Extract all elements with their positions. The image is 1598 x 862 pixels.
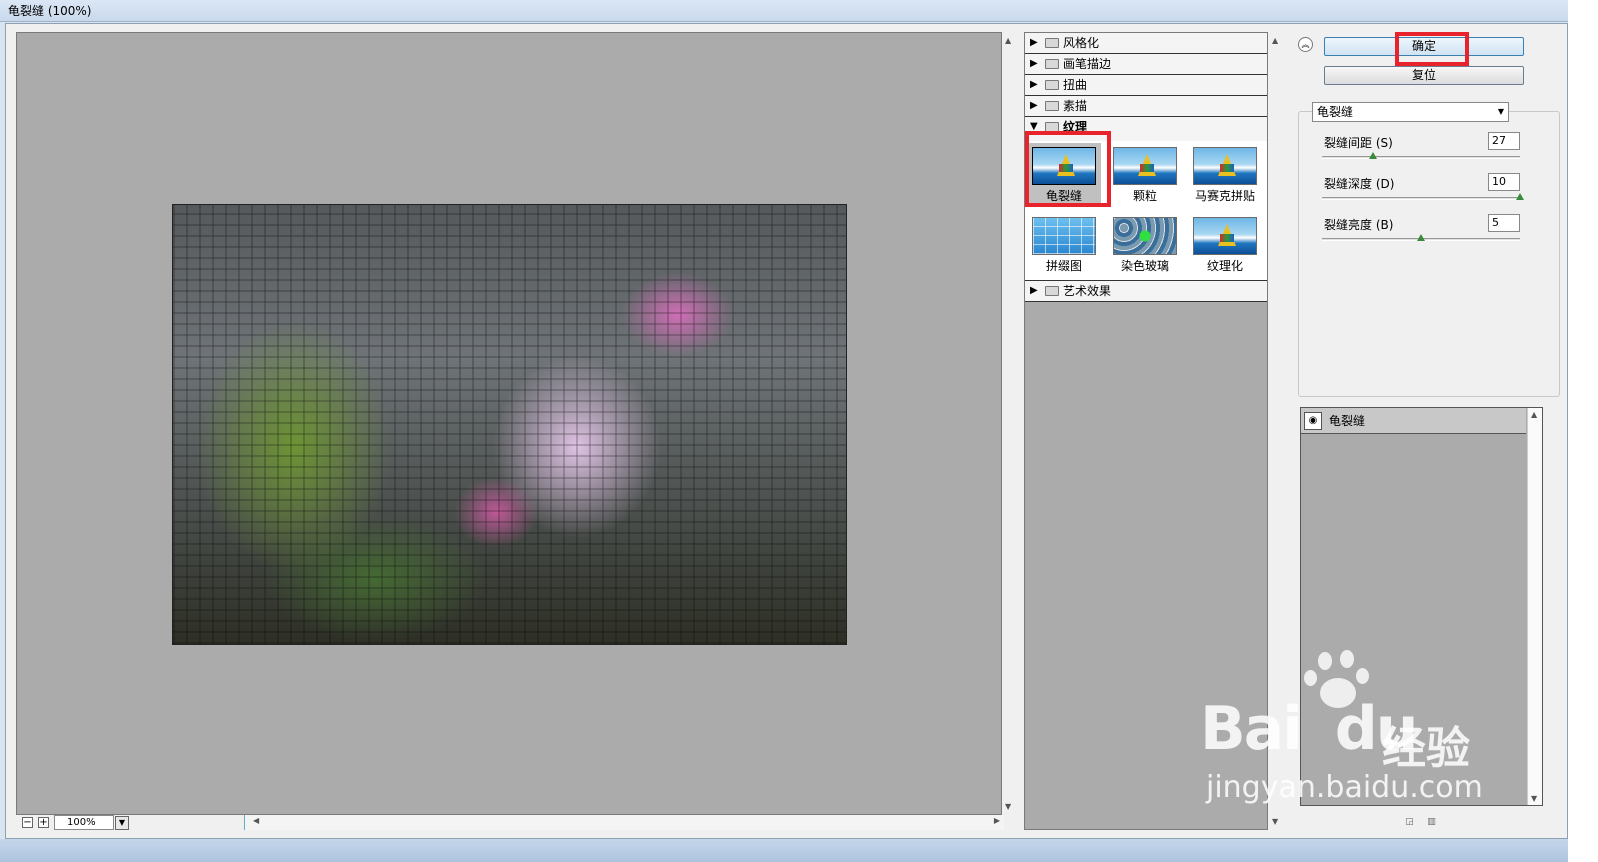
zoom-dropdown-button[interactable]: ▼ bbox=[115, 816, 129, 830]
category-sketch[interactable]: ▶ 素描 bbox=[1025, 96, 1267, 117]
new-layer-icon[interactable]: ◲ bbox=[1404, 817, 1415, 828]
folder-icon bbox=[1045, 59, 1059, 69]
expand-arrow-icon[interactable]: ▶ bbox=[1030, 75, 1038, 95]
param-spacing-label: 裂缝间距 (S) bbox=[1324, 136, 1393, 150]
param-brightness-slider-thumb[interactable] bbox=[1417, 234, 1425, 241]
filter-thumbnail bbox=[1113, 217, 1177, 255]
zoom-out-button[interactable]: − bbox=[22, 817, 33, 828]
scroll-up-icon[interactable]: ▲ bbox=[1531, 410, 1537, 419]
eye-icon[interactable]: ◉ bbox=[1304, 412, 1322, 430]
collapse-gallery-icon[interactable]: ︽ bbox=[1298, 37, 1313, 52]
category-distort[interactable]: ▶ 扭曲 bbox=[1025, 75, 1267, 96]
expand-arrow-icon[interactable]: ▶ bbox=[1030, 281, 1038, 301]
reset-button[interactable]: 复位 bbox=[1324, 66, 1524, 85]
page-edge bbox=[1568, 0, 1598, 862]
effect-layer-row[interactable]: ◉ 龟裂缝 bbox=[1301, 408, 1526, 434]
folder-icon bbox=[1045, 80, 1059, 90]
folder-icon bbox=[1045, 286, 1059, 296]
layers-scrollbar[interactable]: ▲ ▼ bbox=[1527, 408, 1542, 805]
expand-arrow-icon[interactable]: ▶ bbox=[1030, 54, 1038, 74]
effect-layers-panel: ◉ 龟裂缝 ▲ ▼ bbox=[1300, 407, 1543, 806]
filter-patchwork[interactable]: 拼缀图 bbox=[1027, 213, 1101, 277]
preview-canvas[interactable] bbox=[16, 32, 1002, 815]
scroll-up-icon[interactable]: ▲ bbox=[1272, 36, 1278, 45]
filter-texturizer[interactable]: 纹理化 bbox=[1188, 213, 1262, 277]
scroll-left-icon[interactable]: ◀ bbox=[253, 816, 259, 825]
filter-thumbnail bbox=[1193, 147, 1257, 185]
param-depth-label: 裂缝深度 (D) bbox=[1324, 177, 1395, 191]
filter-gallery-dialog: ▲ ▼ − + 100% ▼ ◀ ▶ ▶ 风格化 ▶ 画笔描边 ▶ 扭曲 ▶ 素… bbox=[5, 23, 1568, 839]
folder-icon bbox=[1045, 101, 1059, 111]
category-brush-strokes[interactable]: ▶ 画笔描边 bbox=[1025, 54, 1267, 75]
filter-options-panel bbox=[1298, 111, 1560, 397]
param-spacing-input[interactable]: 27 bbox=[1488, 132, 1520, 150]
scroll-down-icon[interactable]: ▼ bbox=[1272, 817, 1278, 826]
filter-tree-scrollbar[interactable]: ▲ ▼ bbox=[1268, 32, 1284, 830]
category-stylize[interactable]: ▶ 风格化 bbox=[1025, 33, 1267, 54]
filter-thumbnail bbox=[1193, 217, 1257, 255]
param-brightness-label: 裂缝亮度 (B) bbox=[1324, 218, 1394, 232]
filter-mosaic-tiles[interactable]: 马赛克拼贴 bbox=[1188, 143, 1262, 207]
param-depth-slider-thumb[interactable] bbox=[1516, 193, 1524, 200]
filter-thumbnail bbox=[1113, 147, 1177, 185]
filter-select[interactable]: 龟裂缝 ▼ bbox=[1312, 102, 1509, 122]
param-spacing-slider-thumb[interactable] bbox=[1369, 152, 1377, 159]
taskbar-strip bbox=[0, 839, 1568, 862]
preview-vertical-scrollbar[interactable]: ▲ ▼ bbox=[1002, 32, 1018, 815]
scroll-down-icon[interactable]: ▼ bbox=[1005, 802, 1011, 811]
preview-horizontal-scrollbar[interactable]: ◀ ▶ bbox=[244, 815, 1004, 830]
param-spacing-slider[interactable] bbox=[1322, 156, 1520, 159]
category-artistic[interactable]: ▶ 艺术效果 bbox=[1025, 281, 1267, 302]
preview-image bbox=[172, 204, 847, 645]
filter-thumbnail bbox=[1032, 217, 1096, 255]
expand-arrow-icon[interactable]: ▶ bbox=[1030, 33, 1038, 53]
param-depth-slider[interactable] bbox=[1322, 197, 1520, 200]
filter-grain[interactable]: 颗粒 bbox=[1108, 143, 1182, 207]
scroll-right-icon[interactable]: ▶ bbox=[994, 816, 1000, 825]
trash-icon[interactable]: ▥ bbox=[1426, 817, 1437, 828]
scroll-down-icon[interactable]: ▼ bbox=[1531, 794, 1537, 803]
chevron-down-icon: ▼ bbox=[1497, 107, 1504, 116]
expand-arrow-icon[interactable]: ▶ bbox=[1030, 96, 1038, 116]
param-brightness-input[interactable]: 5 bbox=[1488, 214, 1520, 232]
zoom-in-button[interactable]: + bbox=[38, 817, 49, 828]
param-depth-input[interactable]: 10 bbox=[1488, 173, 1520, 191]
highlight-box-filter bbox=[1025, 131, 1111, 207]
highlight-box-ok bbox=[1395, 32, 1469, 66]
window-title: 龟裂缝 (100%) bbox=[0, 0, 1598, 22]
scroll-up-icon[interactable]: ▲ bbox=[1005, 36, 1011, 45]
filter-stained-glass[interactable]: 染色玻璃 bbox=[1108, 213, 1182, 277]
preview-statusbar: − + 100% ▼ ◀ ▶ bbox=[16, 815, 1018, 831]
zoom-field[interactable]: 100% bbox=[54, 815, 114, 830]
folder-icon bbox=[1045, 38, 1059, 48]
